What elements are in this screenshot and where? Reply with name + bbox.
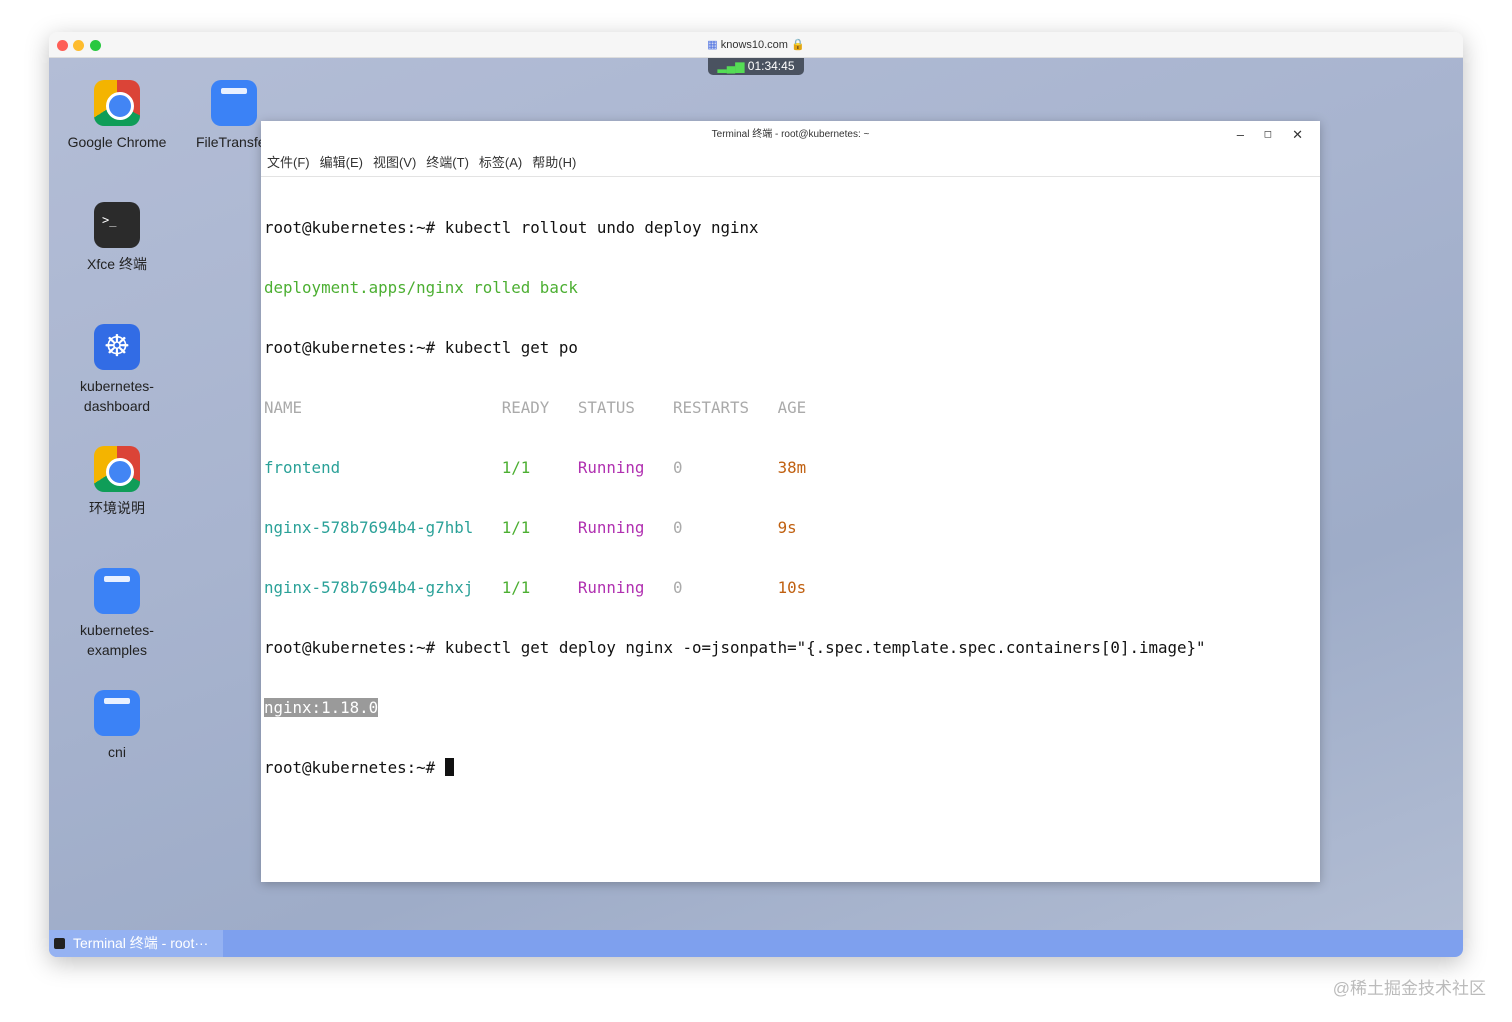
table-row: nginx-578b7694b4-gzhxj 1/1 Running 0 10s	[264, 578, 1317, 598]
maximize-icon[interactable]: ◻	[1264, 121, 1272, 149]
session-timer: ▂▄▆ 01:34:45	[708, 58, 804, 75]
pod-status: Running	[577, 458, 645, 477]
timer-text: 01:34:45	[747, 59, 795, 73]
header-name: NAME	[264, 398, 303, 417]
pod-status: Running	[577, 578, 645, 597]
table-header: NAME READY STATUS RESTARTS AGE	[264, 398, 1317, 418]
chrome-icon	[94, 446, 140, 492]
kubernetes-icon: ☸	[94, 324, 140, 370]
desktop-icon-chrome[interactable]: Google Chrome	[57, 80, 177, 152]
menu-terminal[interactable]: 终端(T)	[426, 155, 469, 170]
command-line: root@kubernetes:~# kubectl rollout undo …	[264, 218, 759, 237]
pod-name: frontend	[264, 458, 341, 477]
terminal-output[interactable]: root@kubernetes:~# kubectl rollout undo …	[261, 177, 1320, 819]
command-line: root@kubernetes:~# kubectl get deploy ng…	[264, 638, 1206, 657]
terminal-title: Terminal 终端 - root@kubernetes: ~	[711, 129, 870, 140]
pod-name: nginx-578b7694b4-g7hbl	[264, 518, 474, 537]
selected-output: nginx:1.18.0	[264, 698, 379, 717]
icon-label: Xfce 终端	[87, 256, 147, 272]
desktop-icon-kubernetes-examples[interactable]: kubernetes-examples	[57, 568, 177, 660]
command-line: root@kubernetes:~# kubectl get po	[264, 338, 578, 357]
header-status: STATUS	[577, 398, 635, 417]
header-ready: READY	[501, 398, 550, 417]
header-restarts: RESTARTS	[672, 398, 750, 417]
folder-icon	[94, 690, 140, 736]
prompt: root@kubernetes:~#	[264, 758, 445, 777]
pod-status: Running	[577, 518, 645, 537]
pod-name: nginx-578b7694b4-gzhxj	[264, 578, 474, 597]
signal-icon: ▂▄▆	[717, 59, 748, 73]
browser-titlebar: ▦ knows10.com 🔒	[49, 32, 1463, 58]
desktop: ▂▄▆ 01:34:45 Google Chrome FileTransfer …	[49, 58, 1463, 930]
menu-edit[interactable]: 编辑(E)	[320, 155, 363, 170]
pod-restarts: 0	[672, 458, 683, 477]
pod-age: 38m	[777, 458, 807, 477]
pod-age: 9s	[777, 518, 797, 537]
taskbar: Terminal 终端 - root···	[49, 930, 1463, 957]
icon-label: 环境说明	[89, 500, 145, 516]
taskbar-item-label: Terminal 终端 - root···	[73, 935, 209, 951]
desktop-icon-xfce-terminal[interactable]: >_ Xfce 终端	[57, 202, 177, 274]
output-line: deployment.apps/nginx rolled back	[264, 278, 578, 297]
terminal-menubar: 文件(F) 编辑(E) 视图(V) 终端(T) 标签(A) 帮助(H)	[261, 149, 1320, 177]
browser-window: ▦ knows10.com 🔒 ▂▄▆ 01:34:45 Google Chro…	[49, 32, 1463, 957]
site-icon: ▦	[707, 39, 721, 51]
menu-file[interactable]: 文件(F)	[267, 155, 310, 170]
icon-label: kubernetes-dashboard	[80, 378, 154, 414]
taskbar-item-terminal[interactable]: Terminal 终端 - root···	[49, 930, 223, 957]
icon-label: FileTransfer	[196, 134, 264, 150]
icon-label: kubernetes-examples	[80, 622, 154, 658]
close-icon[interactable]: ✕	[1292, 121, 1303, 149]
icon-label: Google Chrome	[67, 134, 167, 150]
table-row: nginx-578b7694b4-g7hbl 1/1 Running 0 9s	[264, 518, 1317, 538]
header-age: AGE	[777, 398, 807, 417]
pod-ready: 1/1	[501, 458, 531, 477]
desktop-icon-env-info[interactable]: 环境说明	[57, 446, 177, 518]
chrome-icon	[94, 80, 140, 126]
menu-tabs[interactable]: 标签(A)	[479, 155, 522, 170]
pod-ready: 1/1	[501, 518, 531, 537]
menu-help[interactable]: 帮助(H)	[532, 155, 576, 170]
folder-icon	[211, 80, 257, 126]
menu-view[interactable]: 视图(V)	[373, 155, 416, 170]
url-text: knows10.com	[720, 39, 788, 51]
pod-ready: 1/1	[501, 578, 531, 597]
desktop-icon-kubernetes-dashboard[interactable]: ☸ kubernetes-dashboard	[57, 324, 177, 416]
icon-label: cni	[108, 744, 126, 760]
minimize-icon[interactable]: –	[1237, 121, 1244, 149]
terminal-titlebar: Terminal 终端 - root@kubernetes: ~ – ◻ ✕	[261, 121, 1320, 149]
pod-restarts: 0	[672, 578, 683, 597]
cursor	[444, 758, 454, 776]
watermark: @稀土掘金技术社区	[1332, 979, 1486, 998]
desktop-icon-filetransfer[interactable]: FileTransfer	[174, 80, 264, 152]
lock-icon: 🔒	[791, 39, 805, 51]
folder-icon	[94, 568, 140, 614]
pod-restarts: 0	[672, 518, 683, 537]
pod-age: 10s	[777, 578, 807, 597]
terminal-icon: >_	[94, 202, 140, 248]
table-row: frontend 1/1 Running 0 38m	[264, 458, 1317, 478]
terminal-window[interactable]: Terminal 终端 - root@kubernetes: ~ – ◻ ✕ 文…	[261, 121, 1320, 882]
desktop-icon-cni[interactable]: cni	[57, 690, 177, 762]
